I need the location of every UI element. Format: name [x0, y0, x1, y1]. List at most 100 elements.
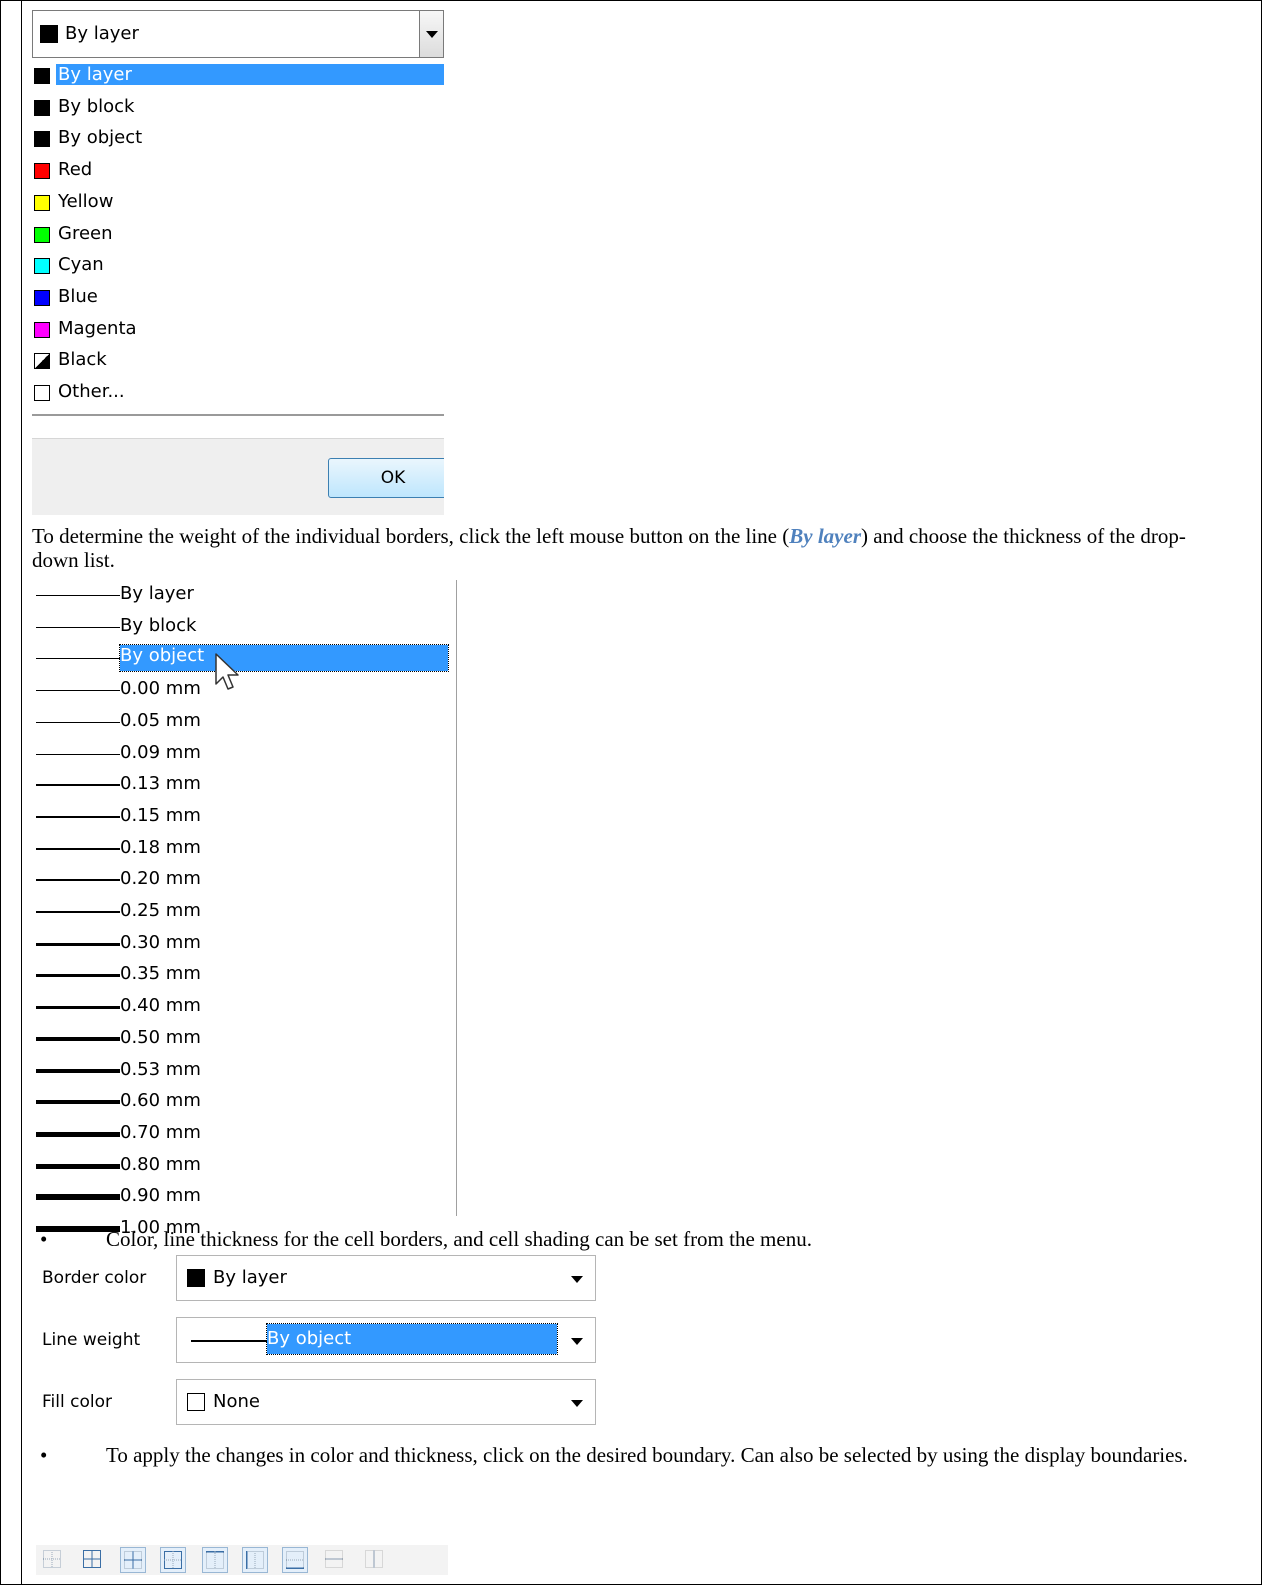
lineweight-option-label: 0.15 mm	[120, 804, 201, 826]
lineweight-option[interactable]: 0.50 mm	[32, 1024, 452, 1056]
color-combobox-value: By layer	[65, 23, 139, 44]
toolbar-button-no-borders[interactable]	[40, 1547, 66, 1573]
toolbar-button-bottom-border[interactable]	[282, 1547, 308, 1573]
lineweight-option[interactable]: 0.30 mm	[32, 929, 452, 961]
border-toolbar	[36, 1545, 448, 1575]
chevron-down-icon[interactable]	[571, 1400, 583, 1407]
line-sample	[36, 911, 120, 913]
line-sample	[36, 658, 120, 660]
line-sample	[36, 784, 120, 787]
paragraph-text-before: To determine the weight of the individua…	[32, 524, 790, 548]
lineweight-option[interactable]: By layer	[32, 580, 452, 612]
lineweight-option[interactable]: 0.53 mm	[32, 1056, 452, 1088]
toolbar-button-left-border[interactable]	[242, 1547, 268, 1573]
lineweight-option[interactable]: 0.18 mm	[32, 834, 452, 866]
lineweight-option[interactable]: 0.70 mm	[32, 1119, 452, 1151]
color-option-magenta[interactable]: Magenta	[32, 314, 444, 344]
lineweight-option-label: 0.80 mm	[120, 1153, 201, 1175]
color-option-label: Red	[58, 159, 93, 181]
chevron-down-icon[interactable]	[571, 1276, 583, 1283]
color-option-cyan[interactable]: Cyan	[32, 250, 444, 280]
lineweight-option[interactable]: 0.80 mm	[32, 1151, 452, 1183]
lineweight-option-label: 0.13 mm	[120, 773, 201, 795]
fill-color-combobox[interactable]: None	[176, 1379, 596, 1425]
lineweight-option[interactable]: 0.05 mm	[32, 707, 452, 739]
color-option-label: By layer	[56, 64, 444, 85]
left-border-icon	[246, 1551, 264, 1569]
color-option-label: Yellow	[58, 190, 114, 212]
chevron-down-icon[interactable]	[571, 1338, 583, 1345]
color-option-label: Other...	[58, 381, 125, 402]
color-swatch	[34, 194, 50, 211]
toolbar-button-top-border[interactable]	[202, 1547, 228, 1573]
line-weight-label: Line weight	[42, 1330, 141, 1350]
color-option-yellow[interactable]: Yellow	[32, 187, 444, 217]
lineweight-option-label: 0.50 mm	[120, 1026, 201, 1048]
inside-borders-icon	[124, 1551, 142, 1569]
line-sample	[36, 626, 120, 628]
color-swatch	[34, 68, 50, 84]
line-weight-combobox[interactable]: By object	[176, 1317, 596, 1363]
line-sample	[36, 847, 120, 850]
lineweight-option[interactable]: 0.35 mm	[32, 960, 452, 992]
dropdown-arrow-button[interactable]	[419, 10, 444, 58]
lineweight-option[interactable]: 0.40 mm	[32, 992, 452, 1024]
line-sample	[36, 1068, 120, 1073]
color-option-black[interactable]: Black	[32, 345, 444, 375]
lineweight-option[interactable]: 0.15 mm	[32, 802, 452, 834]
color-option-label: By block	[58, 95, 135, 117]
color-option-by-layer[interactable]: By layer	[32, 60, 444, 90]
color-option-by-block[interactable]: By block	[32, 92, 444, 122]
color-option-red[interactable]: Red	[32, 155, 444, 185]
line-sample	[36, 942, 120, 946]
fill-color-value: None	[213, 1391, 260, 1412]
color-option-label: By object	[58, 127, 143, 149]
lineweight-option[interactable]: 0.09 mm	[32, 739, 452, 771]
lineweight-option[interactable]: 0.90 mm	[32, 1182, 452, 1214]
bottom-border-icon	[286, 1551, 304, 1569]
lineweight-option[interactable]: 0.13 mm	[32, 770, 452, 802]
toolbar-button-inside-horizontal-border[interactable]	[322, 1547, 348, 1573]
inside-horizontal-border-icon	[325, 1550, 343, 1568]
lineweight-option-label: 0.70 mm	[120, 1121, 201, 1143]
lineweight-option-label: By object	[119, 644, 449, 673]
lineweight-option-label: 0.20 mm	[120, 868, 201, 890]
color-option-label: Cyan	[58, 254, 104, 276]
color-swatch	[34, 353, 50, 370]
line-sample	[36, 815, 120, 818]
toolbar-button-all-borders[interactable]	[80, 1547, 106, 1573]
table-left-border	[21, 0, 22, 1585]
ok-button[interactable]: OK	[328, 458, 458, 498]
color-option-green[interactable]: Green	[32, 219, 444, 249]
color-option-other[interactable]: Other...	[32, 377, 444, 407]
toolbar-button-inside-borders[interactable]	[120, 1547, 146, 1573]
lineweight-option-label: By block	[120, 614, 197, 636]
lineweight-option-label: 0.35 mm	[120, 963, 201, 985]
color-option-label: Black	[58, 349, 107, 371]
toolbar-button-outside-borders[interactable]	[160, 1547, 186, 1573]
paragraph-emphasis: By layer	[789, 524, 861, 548]
color-swatch	[34, 258, 50, 275]
bullet-marker: •	[40, 1443, 48, 1467]
border-color-combobox[interactable]: By layer	[176, 1255, 596, 1301]
toolbar-button-inside-vertical-border[interactable]	[362, 1547, 388, 1573]
bullet-text-1: Color, line thickness for the cell borde…	[106, 1227, 812, 1251]
lineweight-option-label: 0.30 mm	[120, 931, 201, 953]
color-combobox[interactable]: By layer	[32, 10, 444, 58]
color-option-by-object[interactable]: By object	[32, 123, 444, 153]
line-sample	[36, 1163, 120, 1169]
instruction-paragraph: To determine the weight of the individua…	[32, 524, 1232, 572]
line-sample	[36, 721, 120, 723]
lineweight-option[interactable]: 0.25 mm	[32, 897, 452, 929]
chevron-down-icon	[426, 31, 438, 38]
line-sample	[36, 690, 120, 692]
clip-edge	[444, 430, 464, 520]
lineweight-option[interactable]: By block	[32, 612, 452, 644]
line-sample	[36, 1006, 120, 1010]
line-sample	[36, 1194, 120, 1201]
line-sample	[36, 1036, 120, 1041]
inside-vertical-border-icon	[365, 1550, 383, 1568]
color-option-blue[interactable]: Blue	[32, 282, 444, 312]
lineweight-option[interactable]: 0.20 mm	[32, 865, 452, 897]
lineweight-option[interactable]: 0.60 mm	[32, 1087, 452, 1119]
